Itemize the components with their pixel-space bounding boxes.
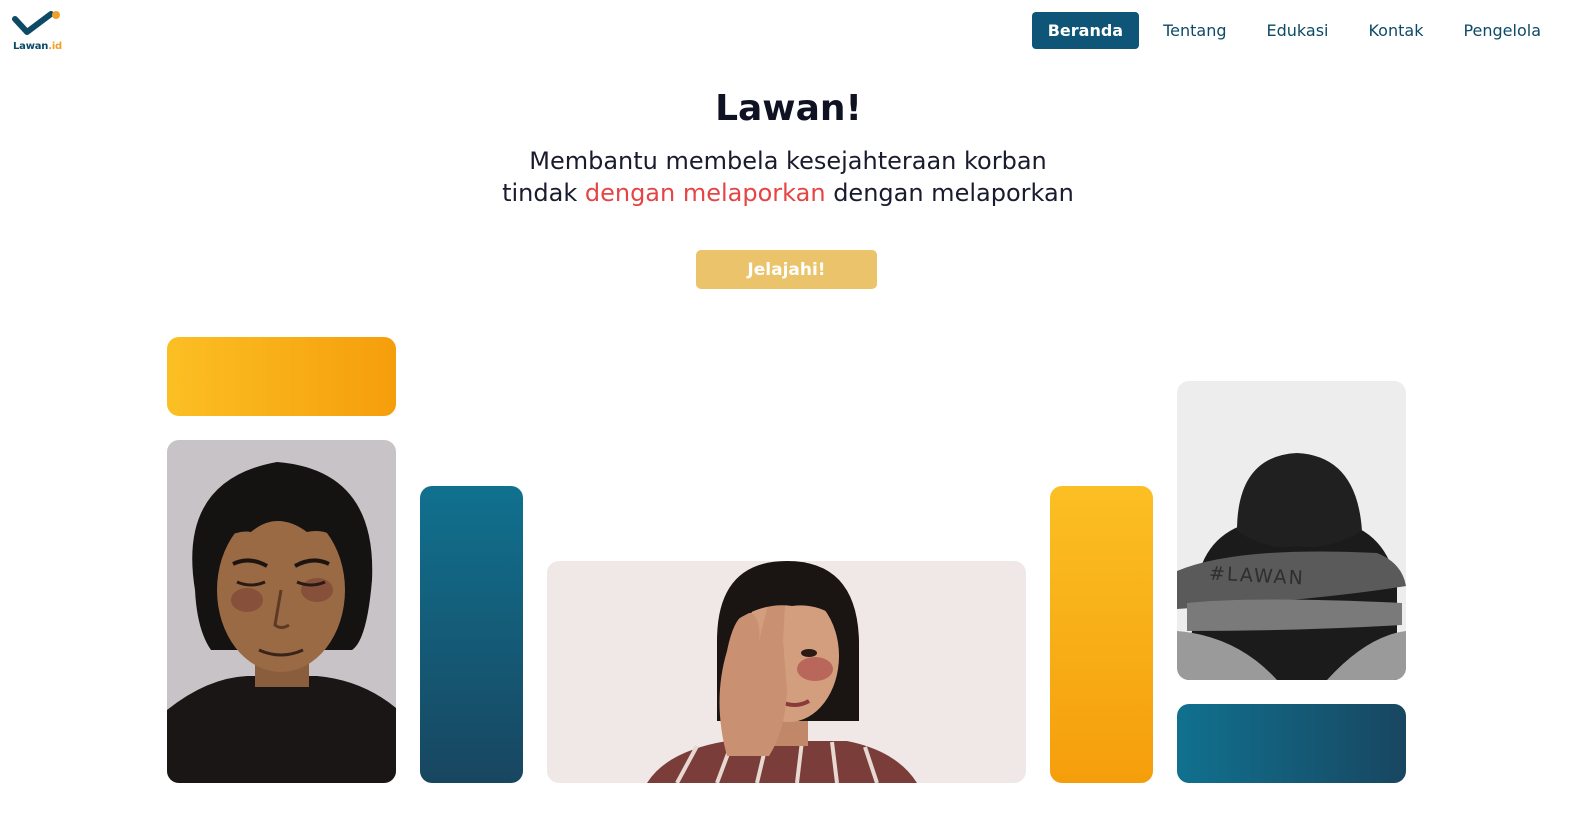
- nav-item-tentang[interactable]: Tentang: [1147, 12, 1242, 49]
- explore-button[interactable]: Jelajahi!: [696, 250, 877, 289]
- logo-text: Lawan.id: [13, 41, 63, 52]
- hero-subtitle-highlight: dengan melaporkan: [584, 179, 826, 207]
- accent-block-teal-bottom-right: [1177, 704, 1406, 783]
- nav-item-beranda[interactable]: Beranda: [1031, 12, 1140, 49]
- nav-item-kontak[interactable]: Kontak: [1352, 12, 1439, 49]
- site-logo[interactable]: Lawan.id: [12, 10, 64, 54]
- main-nav: Beranda Tentang Edukasi Kontak Pengelola: [1031, 12, 1557, 49]
- nav-item-edukasi[interactable]: Edukasi: [1251, 12, 1345, 49]
- accent-block-yellow-top-left: [167, 337, 396, 416]
- hero-subtitle-part2: dengan melaporkan: [825, 179, 1074, 207]
- accent-block-yellow-right: [1050, 486, 1153, 783]
- photo-person-lawan-tattoo: #LAWAN: [1177, 381, 1406, 680]
- hero-title: Lawan!: [715, 88, 862, 129]
- logo-check-icon: [12, 11, 60, 35]
- photo-man-bruised: [167, 440, 396, 783]
- hero-subtitle: Membantu membela kesejahteraan korban ti…: [488, 145, 1088, 209]
- photo-woman-covering-eye: [547, 561, 1026, 783]
- nav-item-pengelola[interactable]: Pengelola: [1447, 12, 1557, 49]
- accent-block-teal-left: [420, 486, 523, 783]
